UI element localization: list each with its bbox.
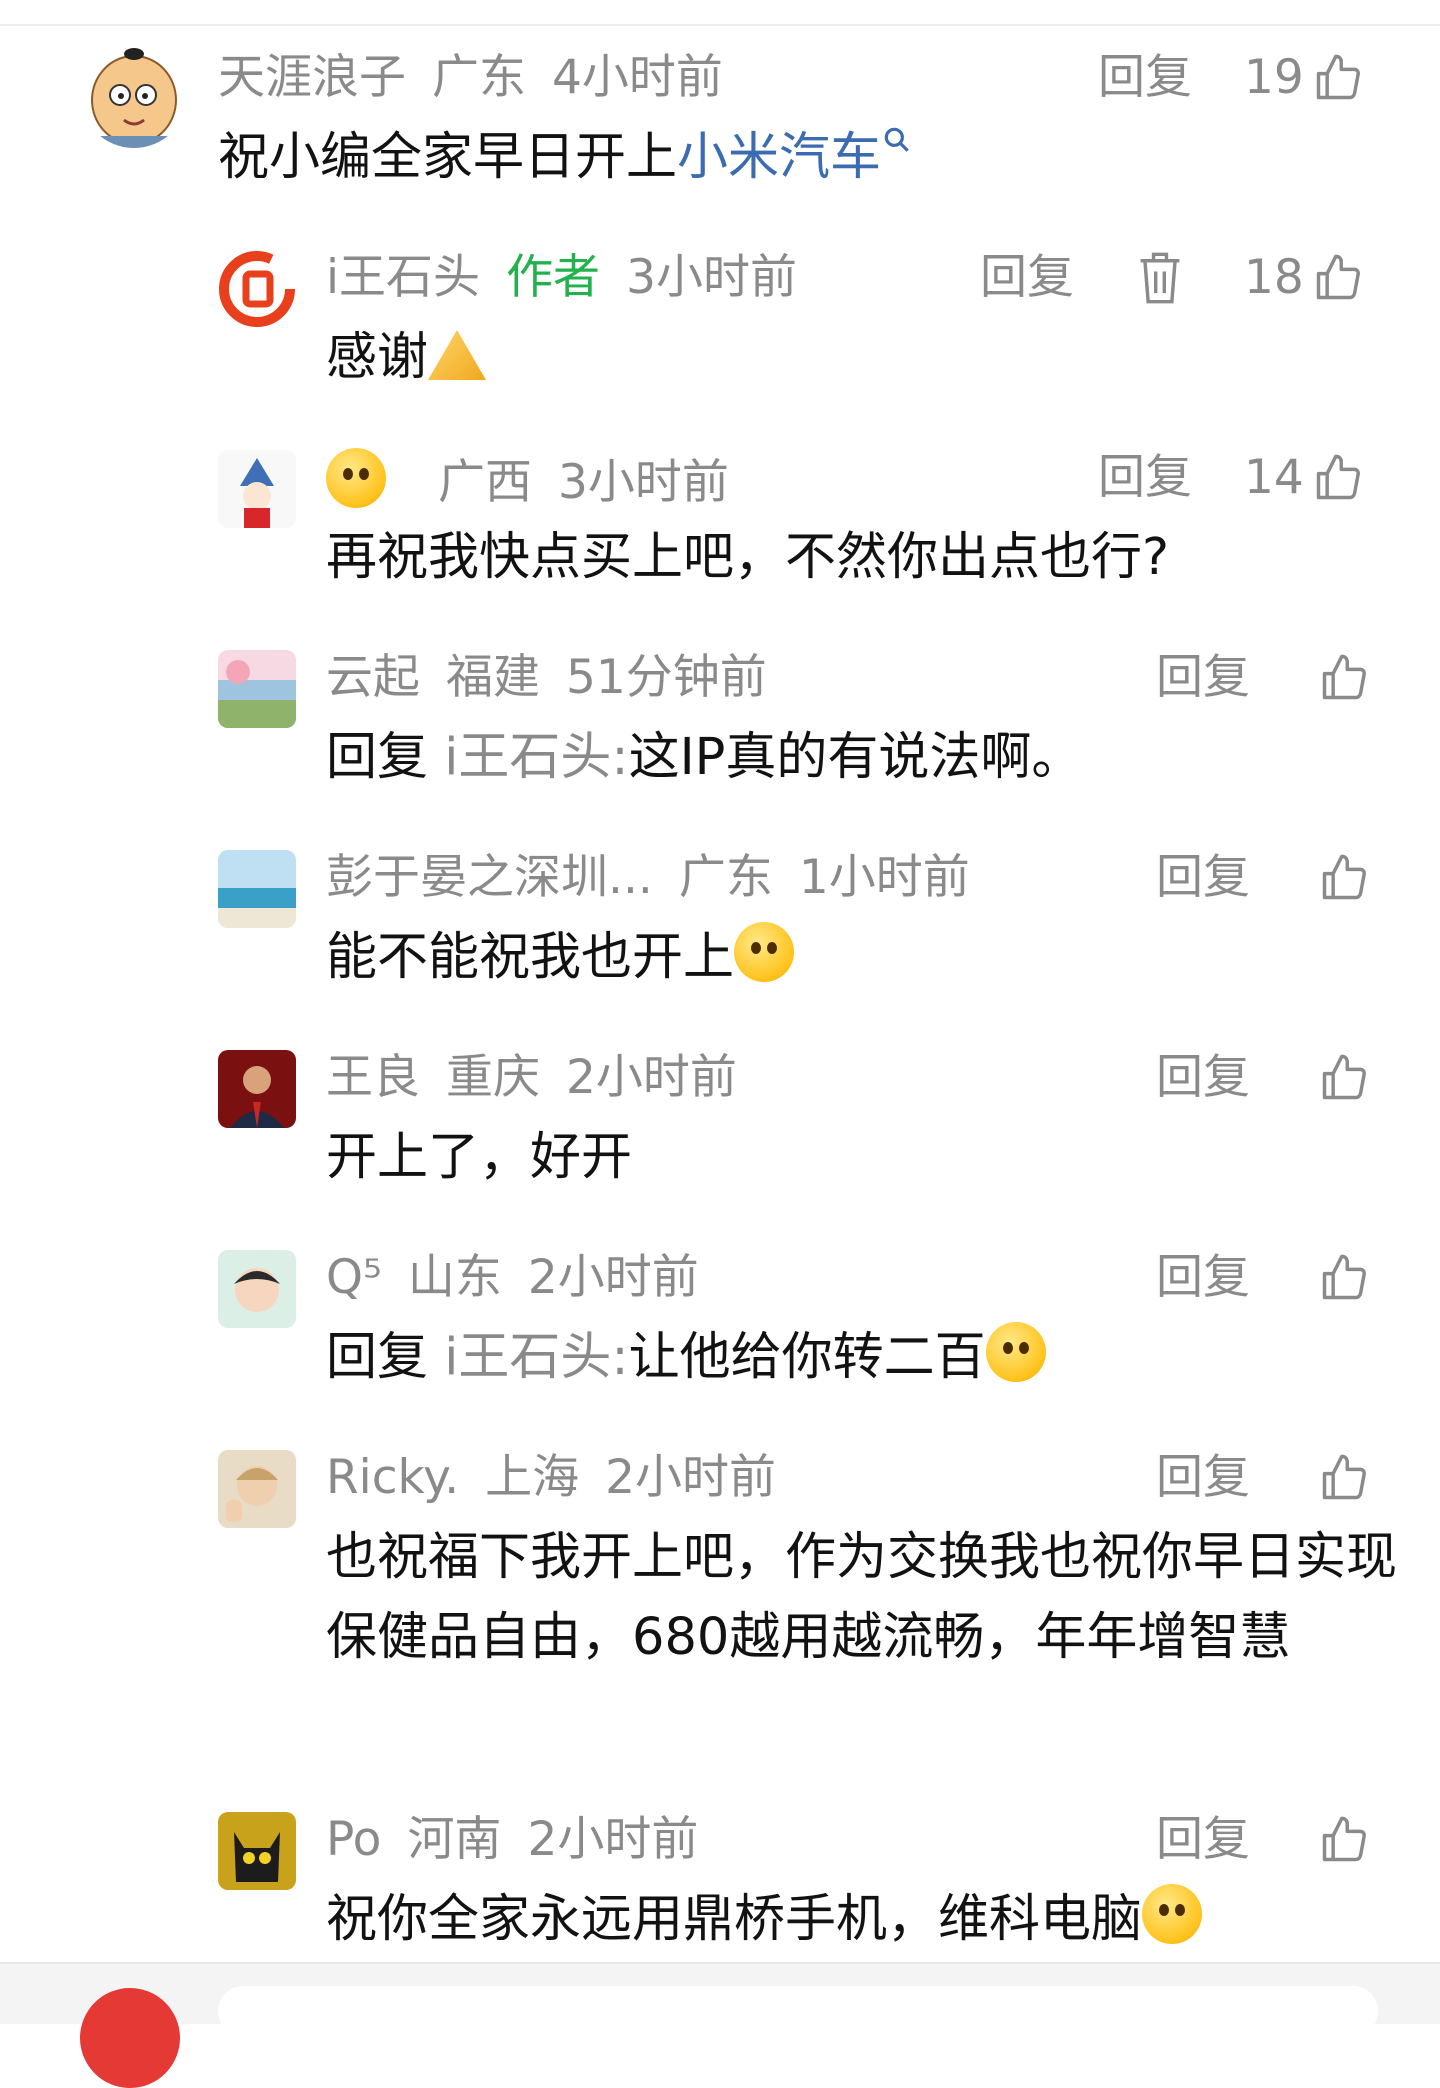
mention[interactable]: i王石头:: [444, 1328, 628, 1387]
comment-input-bar: [0, 1962, 1440, 2088]
comment-meta: i王石头 作者 3小时前: [326, 248, 823, 308]
reply-button[interactable]: 回复: [1156, 1048, 1250, 1108]
like-count: 19: [1244, 50, 1304, 105]
comment-text: 开上了，好开: [326, 1128, 633, 1187]
like-button[interactable]: [1310, 848, 1370, 908]
comment-text: 祝小编全家早日开上小米汽车: [218, 118, 913, 198]
avatar[interactable]: [80, 40, 188, 148]
thumbs-up-icon: [1322, 1054, 1366, 1100]
my-avatar[interactable]: [80, 1988, 180, 2088]
comment-input[interactable]: [218, 1986, 1378, 2036]
timestamp: 3小时前: [626, 250, 797, 305]
flushed-emoji: [1142, 1884, 1203, 1944]
thumbs-up-icon: [1322, 1816, 1366, 1862]
comment-text: 也祝福下我开上吧，作为交换我也祝你早日实现保健品自由，680越用越流畅，年年增智…: [326, 1528, 1398, 1667]
avatar[interactable]: [218, 450, 296, 528]
comment-meta: 天涯浪子 广东 4小时前: [218, 48, 749, 108]
username[interactable]: 天涯浪子: [218, 50, 406, 105]
comment-meta: 广西 3小时前: [326, 448, 755, 510]
timestamp: 2小时前: [605, 1450, 777, 1505]
timestamp: 2小时前: [527, 1812, 699, 1867]
timestamp: 2小时前: [566, 1050, 737, 1105]
location: 重庆: [446, 1050, 540, 1105]
like-button[interactable]: 18: [1244, 248, 1364, 308]
timestamp: 1小时前: [798, 850, 970, 905]
comment-meta: Po 河南 2小时前: [326, 1810, 724, 1870]
username[interactable]: Po: [326, 1812, 381, 1867]
comment-text: 再祝我快点买上吧，不然你出点也行?: [326, 528, 1170, 587]
like-button[interactable]: 14: [1244, 448, 1364, 508]
like-button[interactable]: [1310, 1248, 1370, 1308]
username[interactable]: 彭于晏之深圳...: [326, 850, 653, 905]
like-button[interactable]: [1310, 1810, 1370, 1870]
username[interactable]: 王良: [326, 1050, 420, 1105]
like-button[interactable]: 19: [1244, 48, 1364, 108]
comment-meta: 彭于晏之深圳... 广东 1小时前: [326, 848, 996, 908]
top-divider: [0, 24, 1440, 26]
laugh-cry-emoji: [985, 1322, 1046, 1382]
mention[interactable]: i王石头:: [444, 728, 628, 787]
timestamp: 2小时前: [527, 1250, 699, 1305]
like-button[interactable]: [1310, 648, 1370, 708]
comment-text: 能不能祝我也开上: [326, 918, 795, 998]
grin-emoji: [734, 922, 795, 982]
location: 山东: [407, 1250, 502, 1305]
reply-button[interactable]: 回复: [1098, 48, 1192, 108]
like-button[interactable]: [1310, 1448, 1370, 1508]
thumbs-up-icon: [1322, 1254, 1366, 1300]
thumbs-up-icon: [1322, 854, 1366, 900]
comment-meta: 云起 福建 51分钟前: [326, 648, 793, 708]
thumbs-up-icon: [1322, 1454, 1366, 1500]
username[interactable]: Ricky.: [326, 1450, 459, 1505]
avatar[interactable]: [218, 250, 296, 328]
comment-text: 感谢: [326, 318, 487, 398]
like-count: 18: [1244, 250, 1304, 305]
thumbs-up-icon: [1316, 454, 1360, 500]
reply-button[interactable]: 回复: [1098, 448, 1192, 508]
thumbs-up-icon: [1322, 654, 1366, 700]
avatar[interactable]: [218, 1250, 296, 1328]
username[interactable]: Q⁵: [326, 1250, 382, 1305]
author-badge: 作者: [506, 250, 601, 305]
username[interactable]: i王石头: [326, 250, 480, 305]
reply-button[interactable]: 回复: [1156, 1448, 1250, 1508]
reply-button[interactable]: 回复: [980, 248, 1074, 308]
thumbs-up-icon: [1316, 54, 1360, 100]
thumbs-up-icon: [1316, 254, 1360, 300]
timestamp: 4小时前: [552, 50, 723, 105]
avatar[interactable]: [218, 1050, 296, 1128]
pray-emoji: [428, 330, 487, 380]
location: 广东: [678, 850, 773, 905]
search-icon[interactable]: [881, 124, 913, 156]
comment-meta: Ricky. 上海 2小时前: [326, 1448, 802, 1508]
avatar[interactable]: [218, 850, 296, 928]
reply-button[interactable]: 回复: [1156, 848, 1250, 908]
location: 福建: [446, 650, 540, 705]
timestamp: 3小时前: [558, 455, 729, 510]
avatar[interactable]: [218, 650, 296, 728]
topic-link[interactable]: 小米汽车: [677, 128, 881, 187]
reply-button[interactable]: 回复: [1156, 648, 1250, 708]
comment-meta: 王良 重庆 2小时前: [326, 1048, 763, 1108]
location: 广西: [438, 455, 532, 510]
timestamp: 51分钟前: [566, 650, 767, 705]
avatar[interactable]: [218, 1812, 296, 1890]
location: 广东: [432, 50, 526, 105]
like-count: 14: [1244, 450, 1304, 505]
comment-text: 回复 i王石头:这IP真的有说法啊。: [326, 728, 1083, 787]
reply-button[interactable]: 回复: [1156, 1810, 1250, 1870]
reply-button[interactable]: 回复: [1156, 1248, 1250, 1308]
comment-text: 祝你全家永远用鼎桥手机，维科电脑: [326, 1880, 1203, 1960]
like-button[interactable]: [1310, 1048, 1370, 1108]
comment-text: 回复 i王石头:让他给你转二百: [326, 1318, 1046, 1398]
location: 上海: [485, 1450, 580, 1505]
smile-emoji: [326, 448, 386, 508]
username[interactable]: 云起: [326, 650, 420, 705]
comment-meta: Q⁵ 山东 2小时前: [326, 1248, 725, 1308]
avatar[interactable]: [218, 1450, 296, 1528]
trash-icon[interactable]: [1134, 250, 1186, 306]
location: 河南: [407, 1812, 502, 1867]
